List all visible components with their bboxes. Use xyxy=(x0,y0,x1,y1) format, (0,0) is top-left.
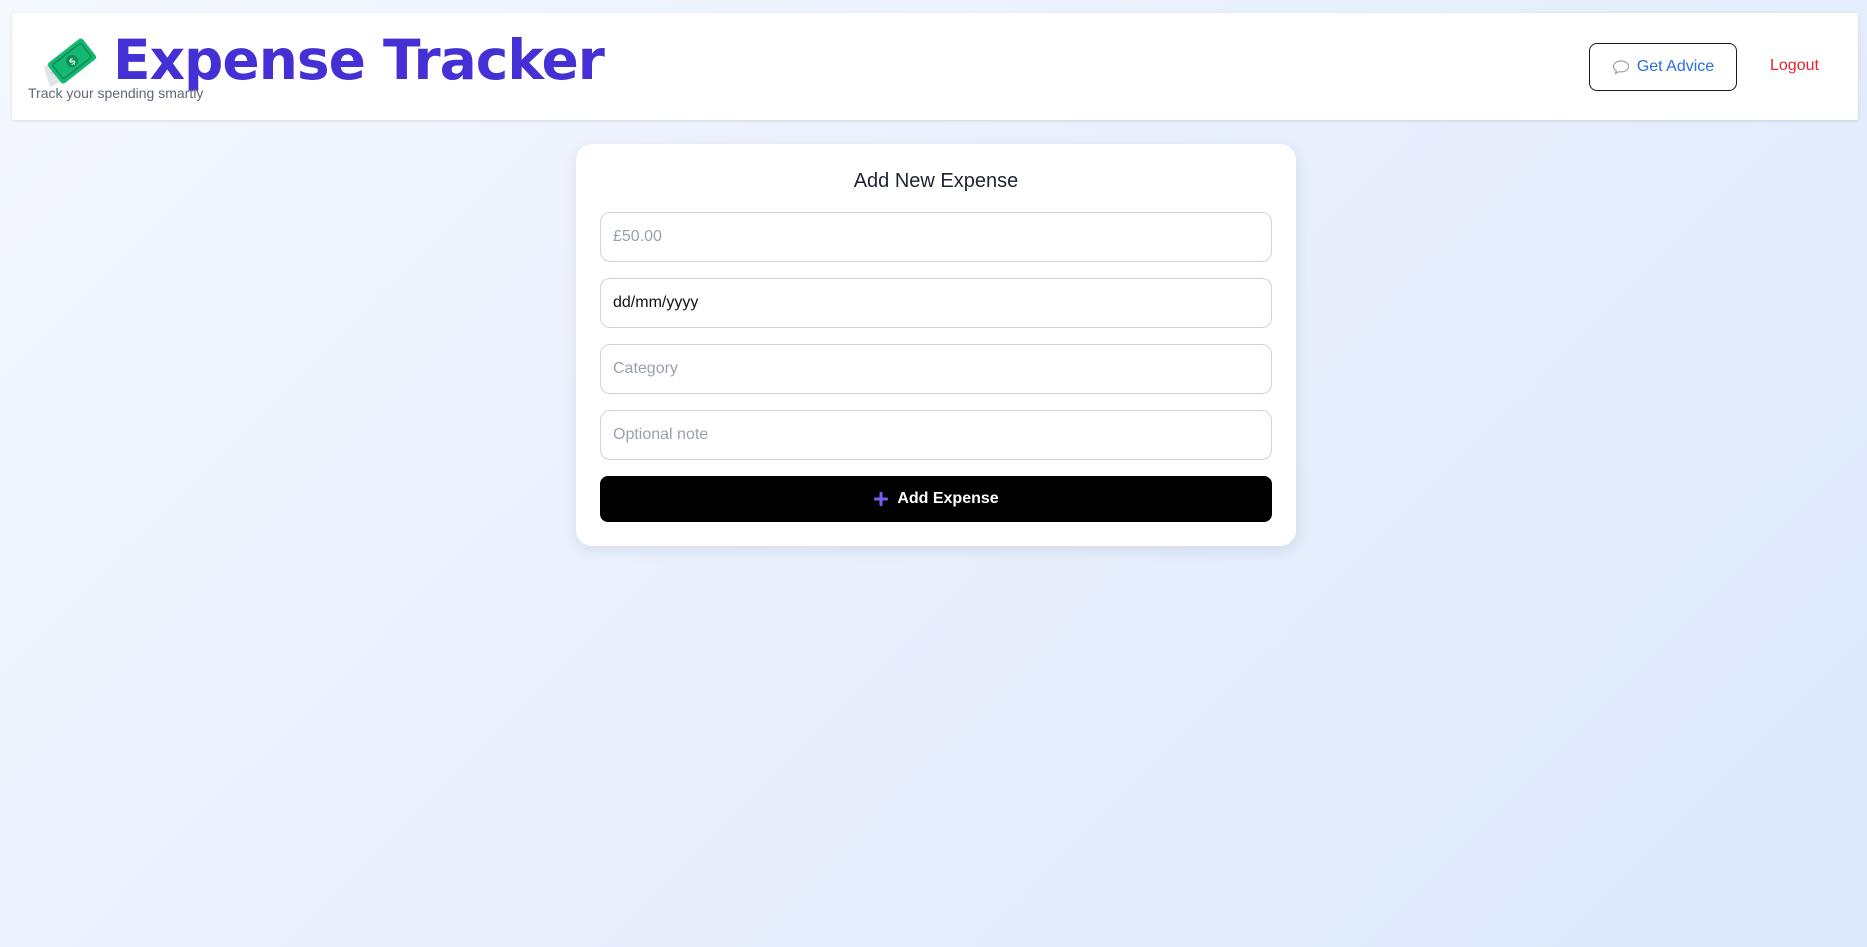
add-expense-label: Add Expense xyxy=(897,490,999,507)
get-advice-button[interactable]: Get Advice xyxy=(1589,43,1737,91)
amount-input[interactable] xyxy=(600,212,1272,262)
speech-bubble-icon xyxy=(1612,60,1629,75)
form-title: Add New Expense xyxy=(853,170,1019,192)
logout-link[interactable]: Logout xyxy=(1770,57,1819,75)
note-input[interactable] xyxy=(600,410,1272,460)
add-expense-card: Add New Expense dd/mm/yyyy Add Expense xyxy=(576,144,1296,546)
money-with-wings-icon: $ xyxy=(44,38,97,87)
app-subtitle: Track your spending smartly xyxy=(28,85,204,101)
plus-icon xyxy=(874,492,889,506)
category-input[interactable] xyxy=(600,344,1272,394)
app-header: $ Expense Tracker Track your spending sm… xyxy=(12,13,1858,120)
app-title: Expense Tracker xyxy=(113,28,605,92)
get-advice-label: Get Advice xyxy=(1636,58,1715,75)
date-input-value: dd/mm/yyyy xyxy=(613,294,699,311)
date-input[interactable]: dd/mm/yyyy xyxy=(600,278,1272,328)
add-expense-button[interactable]: Add Expense xyxy=(600,476,1272,522)
